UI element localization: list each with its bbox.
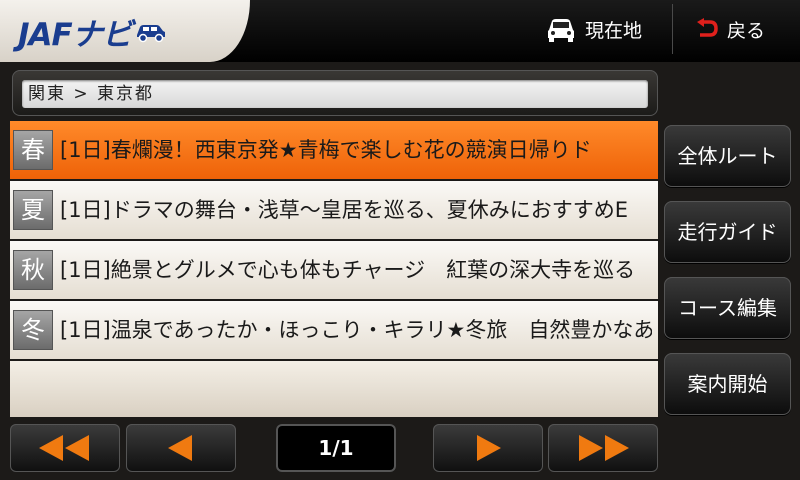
edit-course-button[interactable]: コース編集 [664, 277, 791, 339]
logo-text: JAFナビ [18, 16, 133, 53]
season-badge: 夏 [13, 190, 53, 230]
empty-row [10, 361, 658, 417]
previous-page-button[interactable] [126, 424, 236, 472]
season-badge: 秋 [13, 250, 53, 290]
current-location-button[interactable]: 現在地 [545, 0, 642, 58]
double-right-arrow-icon [579, 435, 629, 461]
last-page-button[interactable] [548, 424, 658, 472]
next-page-button[interactable] [433, 424, 543, 472]
current-location-label: 現在地 [585, 19, 643, 42]
breadcrumb: 関東 > 東京都 [22, 80, 648, 108]
season-badge: 冬 [13, 310, 53, 350]
jaf-navi-logo: JAFナビ [18, 11, 168, 53]
overall-route-button[interactable]: 全体ルート [664, 125, 791, 187]
double-left-arrow-icon [39, 435, 89, 461]
back-label: 戻る [727, 19, 766, 42]
route-row-summer[interactable]: 夏 [1日]ドラマの舞台・浅草～皇居を巡る、夏休みにおすすめE [10, 181, 658, 239]
header-divider [672, 4, 673, 54]
route-row-winter[interactable]: 冬 [1日]温泉であったか・ほっこり・キラリ★冬旅 自然豊かなあき [10, 301, 658, 359]
season-badge: 春 [13, 130, 53, 170]
driving-guide-button[interactable]: 走行ガイド [664, 201, 791, 263]
route-row-spring[interactable]: 春 [1日]春爛漫！西東京発★青梅で楽しむ花の競演日帰りド [10, 121, 658, 179]
left-arrow-icon [168, 435, 192, 461]
first-page-button[interactable] [10, 424, 120, 472]
route-title: [1日]ドラマの舞台・浅草～皇居を巡る、夏休みにおすすめE [60, 198, 629, 222]
page-indicator: 1/1 [276, 424, 396, 472]
header-bar: JAFナビ 現在地 戻る [0, 0, 800, 62]
return-arrow-icon [697, 18, 718, 37]
car-logo-icon [136, 25, 165, 43]
car-icon [548, 19, 574, 42]
back-button[interactable]: 戻る [695, 0, 765, 58]
route-title: [1日]春爛漫！西東京発★青梅で楽しむ花の競演日帰りド [60, 138, 592, 162]
route-title: [1日]絶景とグルメで心も体もチャージ 紅葉の深大寺を巡る [60, 258, 636, 282]
logo-panel: JAFナビ [0, 0, 250, 62]
route-row-autumn[interactable]: 秋 [1日]絶景とグルメで心も体もチャージ 紅葉の深大寺を巡る [10, 241, 658, 299]
route-list: 春 [1日]春爛漫！西東京発★青梅で楽しむ花の競演日帰りド 夏 [1日]ドラマの… [10, 121, 658, 419]
start-guidance-button[interactable]: 案内開始 [664, 353, 791, 415]
route-title: [1日]温泉であったか・ほっこり・キラリ★冬旅 自然豊かなあき [60, 318, 652, 342]
right-arrow-icon [477, 435, 501, 461]
